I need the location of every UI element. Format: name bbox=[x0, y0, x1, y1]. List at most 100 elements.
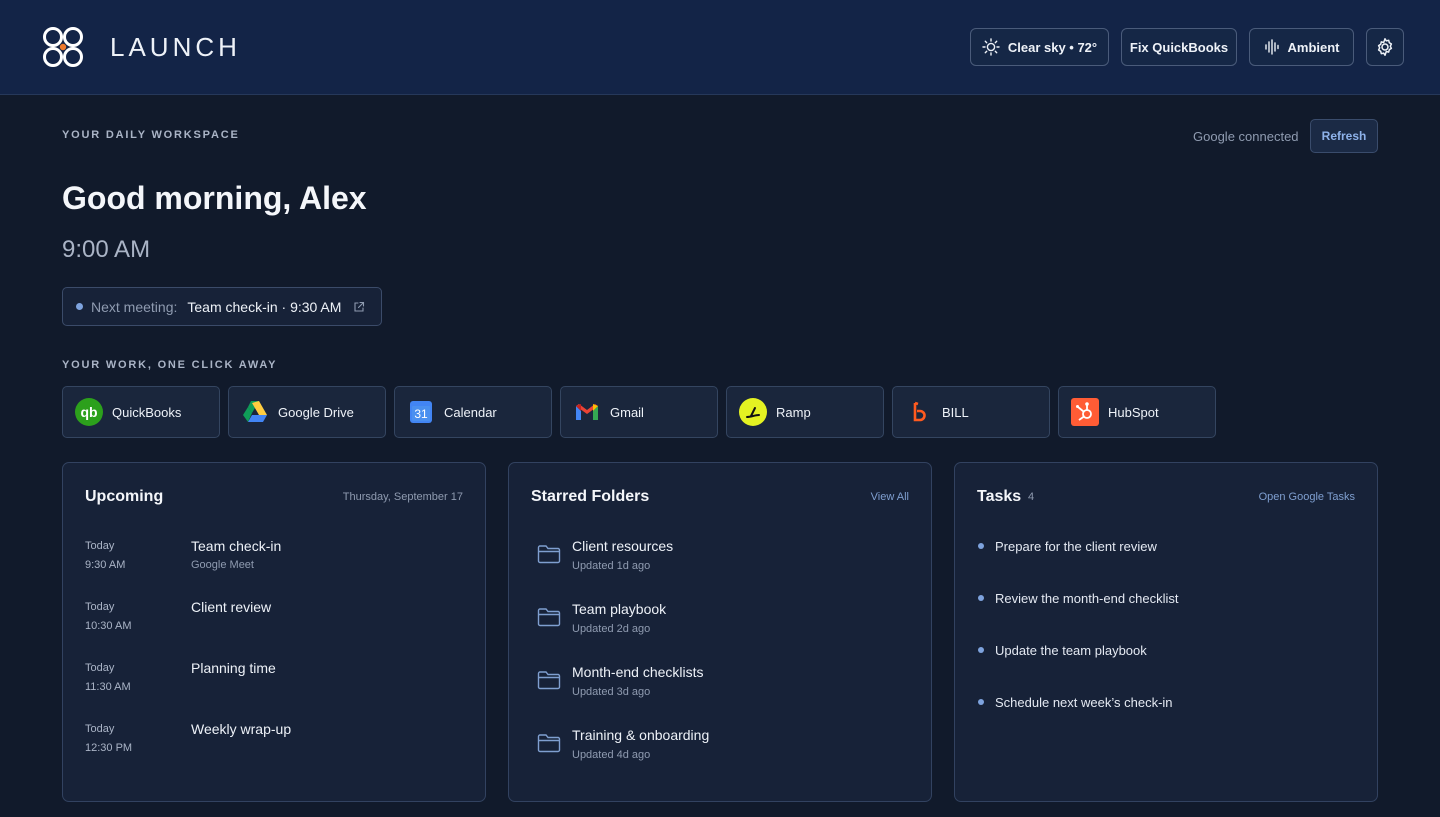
launch-logo-icon[interactable] bbox=[42, 26, 84, 68]
svg-text:qb: qb bbox=[80, 404, 97, 420]
fix-quickbooks-button[interactable]: Fix QuickBooks bbox=[1121, 28, 1237, 66]
folder-item[interactable]: Training & onboarding Updated 4d ago bbox=[531, 727, 911, 777]
refresh-button[interactable]: Refresh bbox=[1310, 119, 1378, 153]
upcoming-title: Upcoming bbox=[85, 488, 164, 505]
ambient-button[interactable]: Ambient bbox=[1249, 28, 1354, 66]
weather-button[interactable]: Clear sky • 72° bbox=[970, 28, 1109, 66]
gmail-icon bbox=[573, 398, 601, 426]
folder-icon bbox=[537, 608, 561, 627]
app-google-drive[interactable]: Google Drive bbox=[228, 386, 386, 438]
event-title: Client review bbox=[191, 599, 272, 615]
next-meeting-label: Next meeting: bbox=[91, 298, 178, 315]
event-row[interactable]: Today 11:30 AM Planning time bbox=[85, 660, 465, 714]
task-label: Schedule next week’s check-in bbox=[995, 694, 1173, 710]
ambient-label: Ambient bbox=[1287, 39, 1340, 55]
brand-name: LAUNCH bbox=[110, 32, 241, 62]
event-time: 9:30 AM bbox=[85, 559, 126, 571]
upcoming-panel: Upcoming Thursday, September 17 Today 9:… bbox=[62, 462, 486, 802]
folder-updated: Updated 2d ago bbox=[572, 623, 651, 635]
tasks-count: 4 bbox=[1028, 491, 1035, 503]
folder-icon bbox=[537, 545, 561, 564]
bullet-icon bbox=[978, 543, 984, 549]
app-gmail[interactable]: Gmail bbox=[560, 386, 718, 438]
app-label: Gmail bbox=[610, 404, 644, 420]
folder-item[interactable]: Client resources Updated 1d ago bbox=[531, 538, 911, 588]
event-title: Team check-in bbox=[191, 538, 282, 554]
app-calendar[interactable]: 31 Calendar bbox=[394, 386, 552, 438]
next-meeting-value: Team check-in · 9:30 AM bbox=[187, 298, 342, 315]
event-day: Today bbox=[85, 601, 115, 613]
app-ramp[interactable]: Ramp bbox=[726, 386, 884, 438]
event-title: Weekly wrap-up bbox=[191, 721, 292, 737]
starred-folders-panel: Starred Folders View All Client resource… bbox=[508, 462, 932, 802]
apps-eyebrow: YOUR WORK, ONE CLICK AWAY bbox=[62, 359, 278, 371]
app-label: Google Drive bbox=[278, 404, 354, 420]
task-item[interactable]: Schedule next week’s check-in bbox=[977, 691, 1357, 713]
ramp-icon bbox=[739, 398, 767, 426]
hubspot-icon bbox=[1071, 398, 1099, 426]
calendar-icon: 31 bbox=[407, 398, 435, 426]
status-dot bbox=[76, 303, 83, 310]
external-link-icon bbox=[354, 301, 365, 312]
event-day: Today bbox=[85, 723, 115, 735]
settings-button[interactable] bbox=[1366, 28, 1404, 66]
app-launcher: qb QuickBooks Google Drive 31 Calendar G… bbox=[62, 386, 1216, 438]
task-label: Review the month-end checklist bbox=[995, 590, 1179, 606]
next-meeting-pill[interactable]: Next meeting: Team check-in · 9:30 AM bbox=[62, 287, 382, 326]
task-label: Update the team playbook bbox=[995, 642, 1147, 658]
folder-updated: Updated 3d ago bbox=[572, 686, 651, 698]
event-time: 12:30 PM bbox=[85, 742, 133, 754]
task-item[interactable]: Prepare for the client review bbox=[977, 535, 1357, 557]
folders-title: Starred Folders bbox=[531, 488, 650, 505]
tasks-title: Tasks bbox=[977, 488, 1022, 505]
event-row[interactable]: Today 10:30 AM Client review bbox=[85, 599, 465, 653]
event-time: 11:30 AM bbox=[85, 681, 131, 693]
open-google-tasks-link[interactable]: Open Google Tasks bbox=[1259, 491, 1355, 503]
folder-icon bbox=[537, 671, 561, 690]
tasks-panel: Tasks 4 Open Google Tasks Prepare for th… bbox=[954, 462, 1378, 802]
event-location: Google Meet bbox=[191, 559, 254, 571]
workspace-eyebrow: YOUR DAILY WORKSPACE bbox=[62, 129, 240, 141]
app-quickbooks[interactable]: qb QuickBooks bbox=[62, 386, 220, 438]
gear-icon bbox=[1377, 38, 1393, 56]
event-day: Today bbox=[85, 540, 115, 552]
event-row[interactable]: Today 12:30 PM Weekly wrap-up bbox=[85, 721, 465, 775]
view-all-link[interactable]: View All bbox=[871, 491, 909, 503]
bullet-icon bbox=[978, 595, 984, 601]
current-time: 9:00 AM bbox=[62, 236, 151, 263]
event-time: 10:30 AM bbox=[85, 620, 132, 632]
google-drive-icon bbox=[241, 398, 269, 426]
sun-icon bbox=[982, 38, 1000, 56]
folder-updated: Updated 1d ago bbox=[572, 560, 651, 572]
folder-name: Month-end checklists bbox=[572, 664, 704, 680]
bullet-icon bbox=[978, 699, 984, 705]
soundwave-icon bbox=[1264, 39, 1279, 55]
fix-quickbooks-label: Fix QuickBooks bbox=[1129, 39, 1229, 55]
svg-text:31: 31 bbox=[414, 407, 428, 421]
app-label: Calendar bbox=[444, 404, 497, 420]
folder-name: Team playbook bbox=[572, 601, 667, 617]
quickbooks-icon: qb bbox=[75, 398, 103, 426]
app-hubspot[interactable]: HubSpot bbox=[1058, 386, 1216, 438]
folder-name: Training & onboarding bbox=[572, 727, 710, 743]
task-item[interactable]: Review the month-end checklist bbox=[977, 587, 1357, 609]
folder-name: Client resources bbox=[572, 538, 674, 554]
weather-label: Clear sky • 72° bbox=[1007, 39, 1098, 55]
folder-updated: Updated 4d ago bbox=[572, 749, 651, 761]
task-item[interactable]: Update the team playbook bbox=[977, 639, 1357, 661]
folder-item[interactable]: Team playbook Updated 2d ago bbox=[531, 601, 911, 651]
app-bill[interactable]: BILL bbox=[892, 386, 1050, 438]
event-row[interactable]: Today 9:30 AM Team check-in Google Meet bbox=[85, 538, 465, 592]
app-label: QuickBooks bbox=[112, 404, 182, 420]
bill-icon bbox=[905, 398, 933, 426]
bullet-icon bbox=[978, 647, 984, 653]
google-status: Google connected bbox=[1193, 129, 1299, 144]
greeting-title: Good morning, Alex bbox=[62, 180, 367, 216]
folder-item[interactable]: Month-end checklists Updated 3d ago bbox=[531, 664, 911, 714]
app-label: BILL bbox=[942, 404, 969, 420]
top-bar: LAUNCH Clear sky • 72° Fix QuickBooks Am… bbox=[0, 0, 1440, 95]
folder-icon bbox=[537, 734, 561, 753]
event-day: Today bbox=[85, 662, 115, 674]
event-title: Planning time bbox=[191, 660, 276, 676]
app-label: HubSpot bbox=[1108, 404, 1159, 420]
